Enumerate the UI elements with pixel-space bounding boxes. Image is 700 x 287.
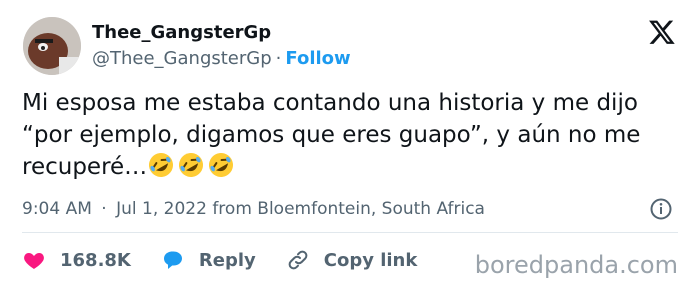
- reply-icon: [163, 251, 182, 269]
- rofl-emoji-icon: [209, 153, 234, 177]
- tweet-date-location[interactable]: Jul 1, 2022 from Bloemfontein, South Afr…: [116, 199, 485, 219]
- link-icon: [288, 250, 308, 270]
- author-meta: @Thee_GangsterGp · Follow: [92, 48, 351, 69]
- like-count: 168.8K: [60, 249, 131, 271]
- laughing-emoji-icons: [147, 153, 237, 180]
- x-logo-icon[interactable]: [648, 18, 676, 46]
- action-bar: 168.8K Reply Copy link: [22, 246, 447, 274]
- tweet-time[interactable]: 9:04 AM: [22, 199, 92, 219]
- separator-dot: ·: [101, 199, 107, 219]
- avatar[interactable]: [23, 17, 81, 75]
- watermark: boredpanda.com: [474, 251, 678, 279]
- reply-label: Reply: [198, 249, 256, 271]
- reply-button[interactable]: Reply: [161, 248, 256, 272]
- tweet-text: Mi esposa me estaba contando una histori…: [22, 87, 682, 183]
- copy-link-label: Copy link: [323, 249, 418, 271]
- tweet-meta: 9:04 AM · Jul 1, 2022 from Bloemfontein,…: [22, 199, 485, 219]
- rofl-emoji-icon: [149, 153, 174, 177]
- copy-link-button[interactable]: Copy link: [286, 248, 418, 272]
- tweet-body: Mi esposa me estaba contando una histori…: [22, 90, 641, 180]
- heart-icon: [24, 253, 44, 269]
- follow-button[interactable]: Follow: [285, 48, 350, 69]
- divider: [22, 232, 678, 233]
- author-handle[interactable]: @Thee_GangsterGp: [92, 48, 272, 69]
- separator-dot: ·: [275, 48, 282, 69]
- author-name[interactable]: Thee_GangsterGp: [92, 22, 271, 43]
- avatar-image: [23, 17, 81, 75]
- rofl-emoji-icon: [179, 153, 204, 177]
- like-button[interactable]: 168.8K: [22, 248, 131, 272]
- info-icon[interactable]: [649, 197, 673, 221]
